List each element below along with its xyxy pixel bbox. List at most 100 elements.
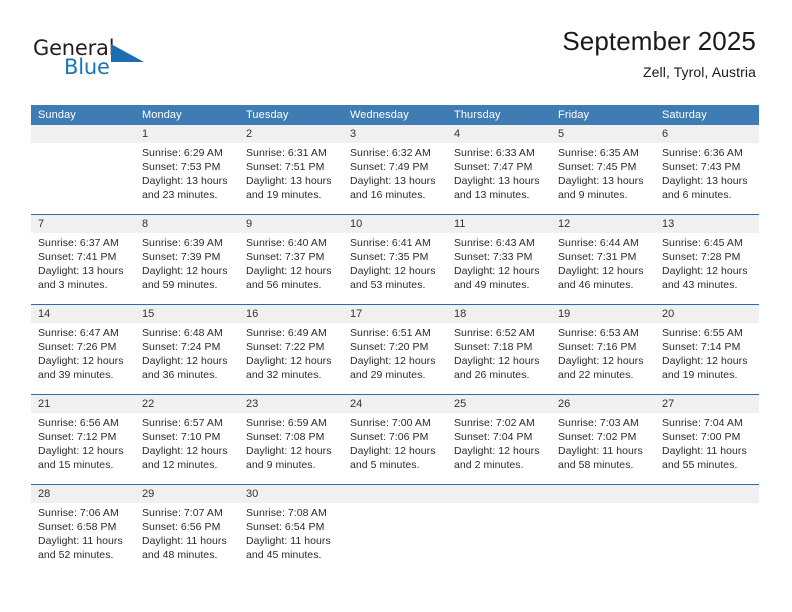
- sunset-time: Sunset: 7:20 PM: [350, 341, 429, 353]
- calendar-day-cell[interactable]: 15 Sunrise: 6:48 AM Sunset: 7:24 PM Dayligh…: [135, 305, 239, 394]
- calendar-day-cell[interactable]: 14 Sunrise: 6:47 AM Sunset: 7:26 PM Dayligh…: [31, 305, 135, 394]
- day-details: Sunrise: 7:07 AM Sunset: 6:56 PM Daylight:…: [135, 503, 239, 562]
- sunrise-time: Sunrise: 7:07 AM: [142, 507, 223, 519]
- day-details: Sunrise: 6:56 AM Sunset: 7:12 PM Daylight:…: [31, 413, 135, 472]
- day-number-strip: 22: [135, 395, 239, 413]
- calendar-day-cell[interactable]: 22 Sunrise: 6:57 AM Sunset: 7:10 PM Dayligh…: [135, 395, 239, 484]
- calendar-day-cell[interactable]: 5 Sunrise: 6:35 AM Sunset: 7:45 PM Daylight…: [551, 125, 655, 214]
- calendar-day-cell[interactable]: 11 Sunrise: 6:43 AM Sunset: 7:33 PM Dayligh…: [447, 215, 551, 304]
- calendar-day-cell-empty: [551, 485, 655, 575]
- day-details: Sunrise: 6:55 AM Sunset: 7:14 PM Daylight:…: [655, 323, 759, 382]
- day-details: Sunrise: 6:36 AM Sunset: 7:43 PM Daylight:…: [655, 143, 759, 202]
- day-number: 5: [558, 128, 565, 140]
- day-details: Sunrise: 6:49 AM Sunset: 7:22 PM Daylight:…: [239, 323, 343, 382]
- daylight-duration-line1: Daylight: 12 hours: [246, 355, 332, 367]
- sunrise-time: Sunrise: 6:57 AM: [142, 417, 223, 429]
- calendar-day-cell[interactable]: 20 Sunrise: 6:55 AM Sunset: 7:14 PM Dayligh…: [655, 305, 759, 394]
- calendar-day-cell[interactable]: 1 Sunrise: 6:29 AM Sunset: 7:53 PM Daylight…: [135, 125, 239, 214]
- daylight-duration-line1: Daylight: 13 hours: [142, 175, 228, 187]
- weekday-header-saturday: Saturday: [662, 109, 707, 121]
- sunrise-time: Sunrise: 6:33 AM: [454, 147, 535, 159]
- day-details: Sunrise: 6:53 AM Sunset: 7:16 PM Daylight:…: [551, 323, 655, 382]
- sunset-time: Sunset: 7:31 PM: [558, 251, 637, 263]
- calendar-day-cell[interactable]: 8 Sunrise: 6:39 AM Sunset: 7:39 PM Daylight…: [135, 215, 239, 304]
- daylight-duration-line2: and 19 minutes.: [662, 369, 738, 381]
- calendar-day-cell[interactable]: 2 Sunrise: 6:31 AM Sunset: 7:51 PM Daylight…: [239, 125, 343, 214]
- daylight-duration-line2: and 29 minutes.: [350, 369, 426, 381]
- calendar-day-cell[interactable]: 27 Sunrise: 7:04 AM Sunset: 7:00 PM Dayligh…: [655, 395, 759, 484]
- calendar-day-cell[interactable]: 23 Sunrise: 6:59 AM Sunset: 7:08 PM Dayligh…: [239, 395, 343, 484]
- day-details: Sunrise: 7:03 AM Sunset: 7:02 PM Daylight:…: [551, 413, 655, 472]
- calendar-day-cell[interactable]: 18 Sunrise: 6:52 AM Sunset: 7:18 PM Dayligh…: [447, 305, 551, 394]
- sunrise-time: Sunrise: 6:51 AM: [350, 327, 431, 339]
- calendar-day-cell[interactable]: 13 Sunrise: 6:45 AM Sunset: 7:28 PM Dayligh…: [655, 215, 759, 304]
- daylight-duration-line2: and 13 minutes.: [454, 189, 530, 201]
- calendar-day-cell[interactable]: 7 Sunrise: 6:37 AM Sunset: 7:41 PM Daylight…: [31, 215, 135, 304]
- calendar-day-cell[interactable]: 28 Sunrise: 7:06 AM Sunset: 6:58 PM Dayligh…: [31, 485, 135, 575]
- calendar-day-cell[interactable]: 19 Sunrise: 6:53 AM Sunset: 7:16 PM Dayligh…: [551, 305, 655, 394]
- day-number-strip: 1: [135, 125, 239, 143]
- day-details: Sunrise: 6:41 AM Sunset: 7:35 PM Daylight:…: [343, 233, 447, 292]
- calendar-day-cell[interactable]: 30 Sunrise: 7:08 AM Sunset: 6:54 PM Dayligh…: [239, 485, 343, 575]
- calendar-day-cell[interactable]: 16 Sunrise: 6:49 AM Sunset: 7:22 PM Dayligh…: [239, 305, 343, 394]
- day-details: Sunrise: 7:04 AM Sunset: 7:00 PM Daylight:…: [655, 413, 759, 472]
- day-number-strip: 4: [447, 125, 551, 143]
- calendar-day-cell-empty: [31, 125, 135, 214]
- day-number: 28: [38, 488, 51, 500]
- calendar-day-cell[interactable]: 29 Sunrise: 7:07 AM Sunset: 6:56 PM Dayligh…: [135, 485, 239, 575]
- day-number-strip: 26: [551, 395, 655, 413]
- calendar-day-cell[interactable]: 3 Sunrise: 6:32 AM Sunset: 7:49 PM Daylight…: [343, 125, 447, 214]
- sunset-time: Sunset: 7:16 PM: [558, 341, 637, 353]
- calendar-day-cell[interactable]: 25 Sunrise: 7:02 AM Sunset: 7:04 PM Dayligh…: [447, 395, 551, 484]
- sunset-time: Sunset: 6:54 PM: [246, 521, 325, 533]
- day-number-strip: 8: [135, 215, 239, 233]
- daylight-duration-line1: Daylight: 12 hours: [38, 445, 124, 457]
- calendar-week-row: 7 Sunrise: 6:37 AM Sunset: 7:41 PM Daylight…: [31, 215, 759, 305]
- sunset-time: Sunset: 7:35 PM: [350, 251, 429, 263]
- day-number-strip: 21: [31, 395, 135, 413]
- sunset-time: Sunset: 7:39 PM: [142, 251, 221, 263]
- day-number: 1: [142, 128, 149, 140]
- daylight-duration-line1: Daylight: 12 hours: [454, 445, 540, 457]
- title-block: September 2025 Zell, Tyrol, Austria: [562, 26, 756, 82]
- sunset-time: Sunset: 7:49 PM: [350, 161, 429, 173]
- calendar-day-cell[interactable]: 9 Sunrise: 6:40 AM Sunset: 7:37 PM Daylight…: [239, 215, 343, 304]
- calendar-day-cell[interactable]: 21 Sunrise: 6:56 AM Sunset: 7:12 PM Dayligh…: [31, 395, 135, 484]
- day-number-strip: [31, 125, 135, 143]
- calendar-day-cell[interactable]: 10 Sunrise: 6:41 AM Sunset: 7:35 PM Dayligh…: [343, 215, 447, 304]
- sunset-time: Sunset: 7:41 PM: [38, 251, 117, 263]
- daylight-duration-line2: and 19 minutes.: [246, 189, 322, 201]
- daylight-duration-line2: and 22 minutes.: [558, 369, 634, 381]
- day-number-strip: 20: [655, 305, 759, 323]
- day-details: Sunrise: 6:31 AM Sunset: 7:51 PM Daylight:…: [239, 143, 343, 202]
- daylight-duration-line1: Daylight: 12 hours: [558, 265, 644, 277]
- general-blue-logo: General Blue: [33, 36, 193, 84]
- sunrise-time: Sunrise: 6:43 AM: [454, 237, 535, 249]
- day-details: Sunrise: 6:47 AM Sunset: 7:26 PM Daylight:…: [31, 323, 135, 382]
- daylight-duration-line2: and 45 minutes.: [246, 549, 322, 561]
- calendar-day-cell[interactable]: 6 Sunrise: 6:36 AM Sunset: 7:43 PM Daylight…: [655, 125, 759, 214]
- daylight-duration-line1: Daylight: 13 hours: [558, 175, 644, 187]
- daylight-duration-line1: Daylight: 12 hours: [350, 355, 436, 367]
- day-number-strip: [343, 485, 447, 503]
- calendar-day-cell[interactable]: 4 Sunrise: 6:33 AM Sunset: 7:47 PM Daylight…: [447, 125, 551, 214]
- day-number-strip: 3: [343, 125, 447, 143]
- day-number: 12: [558, 218, 571, 230]
- daylight-duration-line2: and 49 minutes.: [454, 279, 530, 291]
- day-number: 21: [38, 398, 51, 410]
- day-number: 23: [246, 398, 259, 410]
- sunrise-time: Sunrise: 6:47 AM: [38, 327, 119, 339]
- calendar-day-cell[interactable]: 24 Sunrise: 7:00 AM Sunset: 7:06 PM Dayligh…: [343, 395, 447, 484]
- daylight-duration-line1: Daylight: 11 hours: [558, 445, 643, 457]
- calendar-day-cell[interactable]: 17 Sunrise: 6:51 AM Sunset: 7:20 PM Dayligh…: [343, 305, 447, 394]
- day-number-strip: 9: [239, 215, 343, 233]
- sunrise-time: Sunrise: 6:44 AM: [558, 237, 639, 249]
- daylight-duration-line2: and 6 minutes.: [662, 189, 732, 201]
- day-details: Sunrise: 6:44 AM Sunset: 7:31 PM Daylight:…: [551, 233, 655, 292]
- day-number: 16: [246, 308, 259, 320]
- calendar-day-cell-empty: [655, 485, 759, 575]
- sunset-time: Sunset: 7:00 PM: [662, 431, 741, 443]
- calendar-day-cell[interactable]: 26 Sunrise: 7:03 AM Sunset: 7:02 PM Dayligh…: [551, 395, 655, 484]
- sunset-time: Sunset: 7:04 PM: [454, 431, 533, 443]
- calendar-day-cell[interactable]: 12 Sunrise: 6:44 AM Sunset: 7:31 PM Dayligh…: [551, 215, 655, 304]
